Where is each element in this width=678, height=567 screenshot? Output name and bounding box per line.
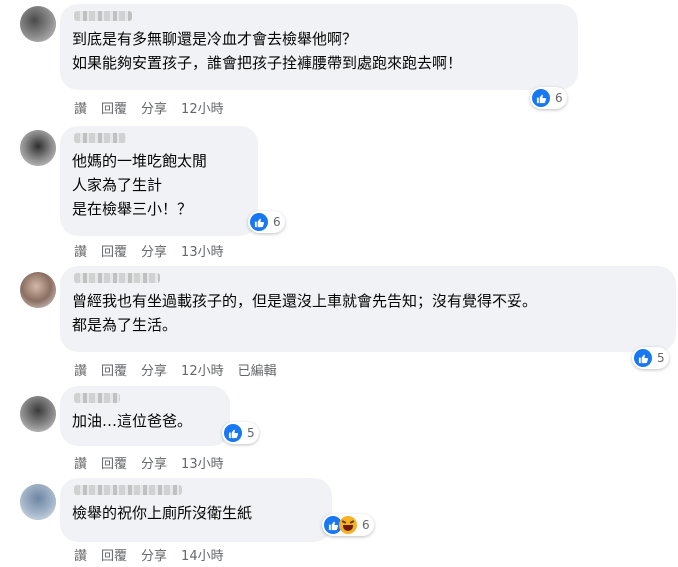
like-button[interactable]: 讚 [74,241,87,260]
like-reaction-icon [250,213,268,231]
reaction-summary[interactable]: 5 [632,347,669,369]
like-button[interactable]: 讚 [74,453,87,472]
comment-bubble: 到底是有多無聊還是冷血才會去檢舉他啊？ 如果能夠安置孩子，誰會把孩子拴褲腰帶到處… [60,4,578,90]
reaction-count: 6 [362,518,370,532]
like-reaction-icon [224,424,242,442]
comment-text-line: 如果能夠安置孩子，誰會把孩子拴褲腰帶到處跑來跑去啊！ [72,54,463,72]
comment-text-line: 人家為了生計 [72,176,163,194]
like-button[interactable]: 讚 [74,98,87,117]
haha-reaction-icon [339,516,357,534]
reaction-summary[interactable]: 6 [322,514,374,536]
share-button[interactable]: 分享 [141,241,167,260]
comment-text-line: 檢舉的祝你上廁所沒衛生紙 [72,504,253,522]
avatar[interactable] [20,130,56,166]
timestamp[interactable]: 13小時 [181,453,224,472]
avatar[interactable] [20,272,56,308]
comment-text-line: 曾經我也有坐過載孩子的，但是還沒上車就會先告知；沒有覺得不妥。 [72,292,538,310]
author-name-blurred[interactable] [74,133,126,143]
comment-bubble: 檢舉的祝你上廁所沒衛生紙 [60,478,332,542]
avatar[interactable] [20,484,56,520]
reply-button[interactable]: 回覆 [101,241,127,260]
comment-text-line: 都是為了生活。 [72,316,178,334]
comment-text-line: 到底是有多無聊還是冷血才會去檢舉他啊？ [72,30,358,48]
reaction-summary[interactable]: 6 [530,87,567,109]
timestamp[interactable]: 13小時 [181,241,224,260]
comment-actions: 讚 回覆 分享 13小時 [74,241,238,260]
comment-text-line: 他媽的一堆吃飽太閒 [72,152,208,170]
reaction-count: 5 [657,351,665,365]
share-button[interactable]: 分享 [141,545,167,564]
comment-bubble: 曾經我也有坐過載孩子的，但是還沒上車就會先告知；沒有覺得不妥。 都是為了生活。 [60,266,676,352]
like-reaction-icon [634,349,652,367]
comment-bubble: 他媽的一堆吃飽太閒 人家為了生計 是在檢舉三小！？ [60,126,258,236]
comment-actions: 讚 回覆 分享 14小時 [74,545,238,564]
author-name-blurred[interactable] [74,273,160,283]
timestamp[interactable]: 14小時 [181,545,224,564]
avatar[interactable] [20,6,56,42]
reaction-summary[interactable]: 5 [222,422,259,444]
reaction-count: 6 [273,215,281,229]
like-button[interactable]: 讚 [74,360,87,379]
reaction-summary[interactable]: 6 [248,211,285,233]
author-name-blurred[interactable] [74,11,132,21]
comment-text-line: 加油…這位爸爸。 [72,412,193,430]
share-button[interactable]: 分享 [141,360,167,379]
share-button[interactable]: 分享 [141,453,167,472]
reply-button[interactable]: 回覆 [101,360,127,379]
share-button[interactable]: 分享 [141,98,167,117]
comment-actions: 讚 回覆 分享 13小時 [74,453,238,472]
avatar[interactable] [20,396,56,432]
comment-actions: 讚 回覆 分享 12小時 [74,98,238,117]
timestamp[interactable]: 12小時 [181,98,224,117]
reply-button[interactable]: 回覆 [101,545,127,564]
comment-bubble: 加油…這位爸爸。 [60,386,230,446]
like-reaction-icon [532,89,550,107]
like-button[interactable]: 讚 [74,545,87,564]
reaction-count: 6 [555,91,563,105]
edited-label: 已編輯 [237,364,277,379]
comment-actions: 讚 回覆 分享 12小時 已編輯 [74,360,291,379]
author-name-blurred[interactable] [74,393,120,403]
timestamp[interactable]: 12小時 [181,360,224,379]
reply-button[interactable]: 回覆 [101,98,127,117]
author-name-blurred[interactable] [74,485,182,495]
reaction-count: 5 [247,426,255,440]
comment-text-line: 是在檢舉三小！？ [72,200,193,218]
reply-button[interactable]: 回覆 [101,453,127,472]
